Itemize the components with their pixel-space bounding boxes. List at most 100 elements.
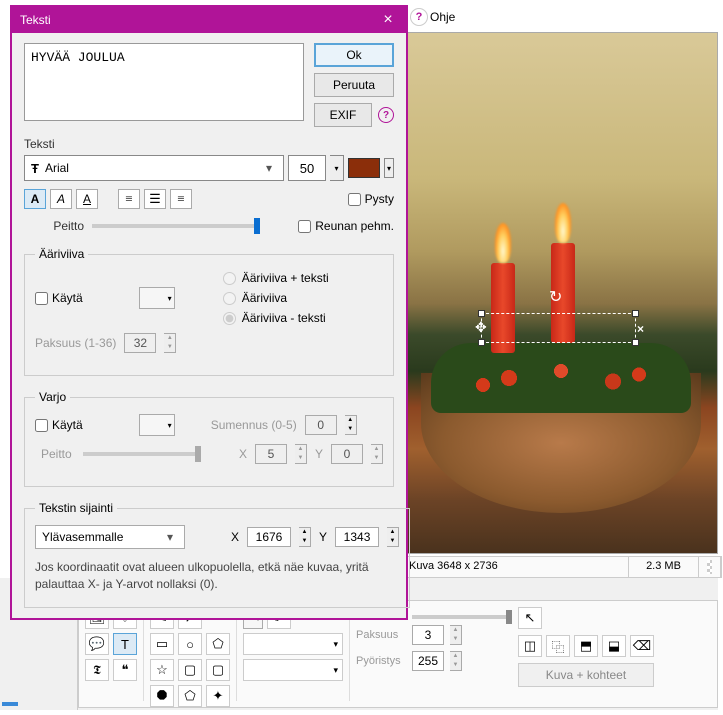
tool-pointer-icon[interactable]: ↖ xyxy=(518,607,542,629)
dialog-help-icon[interactable]: ? xyxy=(378,107,394,123)
sumennus-spinner: ▲▼ xyxy=(345,415,357,435)
text-color-swatch[interactable] xyxy=(348,158,380,178)
dialog-title: Teksti xyxy=(20,13,51,27)
bold-button[interactable]: A xyxy=(24,189,46,209)
prop-paksuus-label: Paksuus xyxy=(356,629,406,641)
sumennus-label: Sumennus (0-5) xyxy=(211,418,297,432)
tool-front-icon[interactable]: ⬒ xyxy=(574,635,598,657)
aariviiva-color-select[interactable]: ▾ xyxy=(139,287,175,309)
prop-peitto-slider[interactable] xyxy=(412,615,512,619)
prop-pyoristys-input[interactable] xyxy=(412,651,444,671)
sijainti-legend: Tekstin sijainti xyxy=(35,501,117,515)
help-label: Ohje xyxy=(430,10,455,24)
fill-select-1[interactable]: ▾ xyxy=(243,633,343,655)
cancel-button[interactable]: Peruuta xyxy=(314,73,394,97)
italic-button[interactable]: A xyxy=(50,189,72,209)
aariviiva-kayta-checkbox[interactable] xyxy=(35,292,48,305)
prop-pyoristys-label: Pyöristys xyxy=(356,655,406,667)
close-icon[interactable]: × xyxy=(378,11,398,29)
varjo-peitto-slider xyxy=(83,452,201,456)
font-icon: Ŧ xyxy=(31,161,39,176)
progress-indicator xyxy=(2,702,18,706)
tool-roundrect2-icon[interactable]: ▢ xyxy=(206,659,230,681)
pos-x-input[interactable] xyxy=(247,527,291,547)
status-filesize: 2.3 MB xyxy=(629,557,699,577)
align-right-button[interactable]: ≡ xyxy=(170,189,192,209)
underline-button[interactable]: A xyxy=(76,189,98,209)
reunan-label: Reunan pehm. xyxy=(315,219,394,233)
selection-box[interactable]: × xyxy=(481,313,636,343)
pos-x-label: X xyxy=(231,530,239,544)
tool-fancytext-icon[interactable]: 𝕿 xyxy=(85,659,109,681)
status-transparency-icon[interactable] xyxy=(699,557,721,577)
prop-paksuus-input[interactable] xyxy=(412,625,444,645)
tool-star-icon[interactable]: ☆ xyxy=(150,659,174,681)
tool-back-icon[interactable]: ⬓ xyxy=(602,635,626,657)
chevron-down-icon[interactable]: ▾ xyxy=(261,161,277,175)
pos-y-input[interactable] xyxy=(335,527,379,547)
tool-cube-icon[interactable]: ◫ xyxy=(518,635,542,657)
prop-paksuus-spinner[interactable]: ▲▼ xyxy=(450,625,462,645)
photo-preview: ↻ ✥ × xyxy=(401,33,717,553)
varjo-x-label: X xyxy=(239,447,247,461)
status-dimensions: Kuva 3648 x 2736 xyxy=(401,557,629,577)
rotate-handle-icon[interactable]: ↻ xyxy=(549,287,562,307)
font-size-input[interactable] xyxy=(288,155,326,181)
kuva-kohteet-button[interactable]: Kuva + kohteet xyxy=(518,663,654,687)
align-center-button[interactable]: ☰ xyxy=(144,189,166,209)
varjo-x-input xyxy=(255,444,287,464)
tool-quote-icon[interactable]: ❝ xyxy=(113,659,137,681)
aariviiva-kayta-label: Käytä xyxy=(52,291,83,305)
tool-pentagon2-icon[interactable]: ⬠ xyxy=(178,685,202,707)
paksuus-input xyxy=(124,333,156,353)
tool-rect-icon[interactable]: ▭ xyxy=(150,633,174,655)
varjo-kayta-checkbox[interactable] xyxy=(35,419,48,432)
pysty-label: Pysty xyxy=(365,192,394,206)
reunan-checkbox[interactable] xyxy=(298,220,311,233)
paksuus-spinner: ▲▼ xyxy=(164,333,176,353)
peitto-slider[interactable] xyxy=(92,224,260,228)
anchor-select[interactable]: Ylävasemmalle ▾ xyxy=(35,525,185,549)
prop-pyoristys-spinner[interactable]: ▲▼ xyxy=(450,651,462,671)
align-left-button[interactable]: ≡ xyxy=(118,189,140,209)
text-dialog: Teksti × HYVÄÄ JOULUA Ok Peruuta EXIF ? … xyxy=(10,5,408,620)
varjo-color-select[interactable]: ▾ xyxy=(139,414,175,436)
pysty-checkbox[interactable] xyxy=(348,193,361,206)
tool-speech-icon[interactable]: 💬 xyxy=(85,633,109,655)
tool-octagon-icon[interactable]: ⯃ xyxy=(150,685,174,707)
varjo-kayta-label: Käytä xyxy=(52,418,83,432)
font-select[interactable]: Ŧ Arial ▾ xyxy=(24,155,284,181)
varjo-y-spinner: ▲▼ xyxy=(371,444,383,464)
varjo-y-label: Y xyxy=(315,447,323,461)
font-size-dropdown[interactable]: ▾ xyxy=(330,155,344,181)
pos-y-label: Y xyxy=(319,530,327,544)
paksuus-label: Paksuus (1-36) xyxy=(35,336,116,350)
varjo-peitto-label: Peitto xyxy=(35,447,75,461)
fill-select-2[interactable]: ▾ xyxy=(243,659,343,681)
pos-x-spinner[interactable]: ▲▼ xyxy=(299,527,311,547)
sumennus-input xyxy=(305,415,337,435)
text-color-dropdown[interactable]: ▾ xyxy=(384,158,394,178)
exif-button[interactable]: EXIF xyxy=(314,103,372,127)
tool-pentagon-icon[interactable]: ⬠ xyxy=(206,633,230,655)
pos-y-spinner[interactable]: ▲▼ xyxy=(387,527,399,547)
ok-button[interactable]: Ok xyxy=(314,43,394,67)
help-icon[interactable]: ? xyxy=(410,8,428,26)
image-canvas[interactable]: ↻ ✥ × xyxy=(400,32,718,554)
aariviiva-legend: Ääriviiva xyxy=(35,247,88,261)
varjo-legend: Varjo xyxy=(35,390,70,404)
tool-delete-icon[interactable]: ⌫ xyxy=(630,635,654,657)
aariviiva-r2 xyxy=(223,292,236,305)
chevron-down-icon[interactable]: ▾ xyxy=(162,530,178,544)
aariviiva-r1 xyxy=(223,272,236,285)
tool-copy-icon[interactable]: ⿻ xyxy=(546,635,570,657)
tool-text-icon[interactable]: T xyxy=(113,633,137,655)
tool-circle-icon[interactable]: ○ xyxy=(178,633,202,655)
aariviiva-r3 xyxy=(223,312,236,325)
text-input[interactable]: HYVÄÄ JOULUA xyxy=(24,43,304,121)
font-name: Arial xyxy=(45,161,69,175)
close-selection-icon[interactable]: × xyxy=(637,322,649,334)
tool-roundrect-icon[interactable]: ▢ xyxy=(178,659,202,681)
peitto-label: Peitto xyxy=(24,219,84,233)
tool-sparkle-icon[interactable]: ✦ xyxy=(206,685,230,707)
